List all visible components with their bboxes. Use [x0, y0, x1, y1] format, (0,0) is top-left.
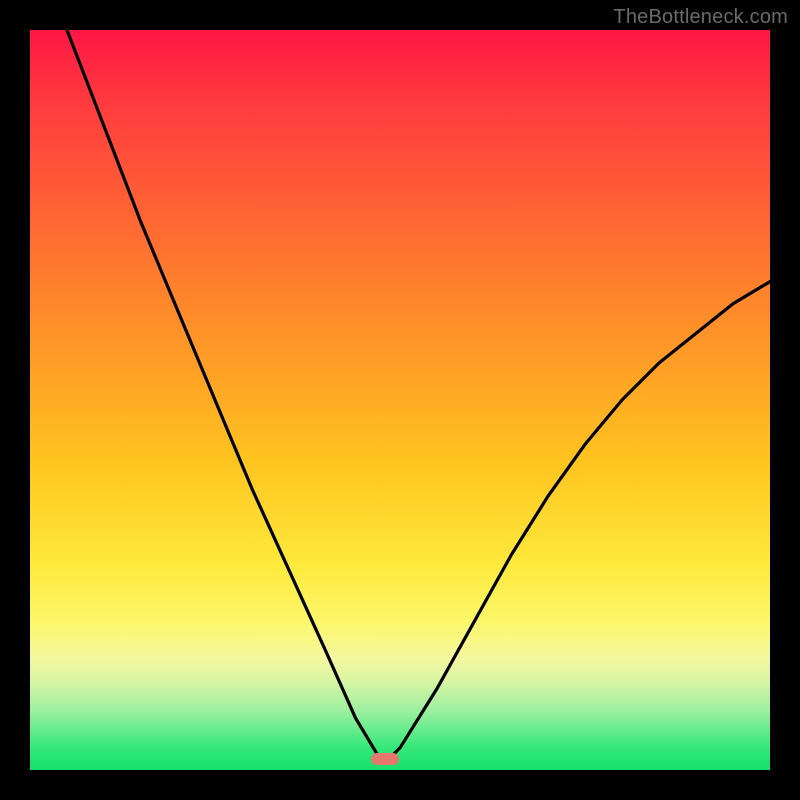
- optimal-marker: [371, 753, 399, 765]
- plot-area: [30, 30, 770, 770]
- watermark-text: TheBottleneck.com: [613, 6, 788, 29]
- chart-frame: TheBottleneck.com: [0, 0, 800, 800]
- bottleneck-curve: [30, 30, 770, 770]
- curve-path: [67, 30, 770, 763]
